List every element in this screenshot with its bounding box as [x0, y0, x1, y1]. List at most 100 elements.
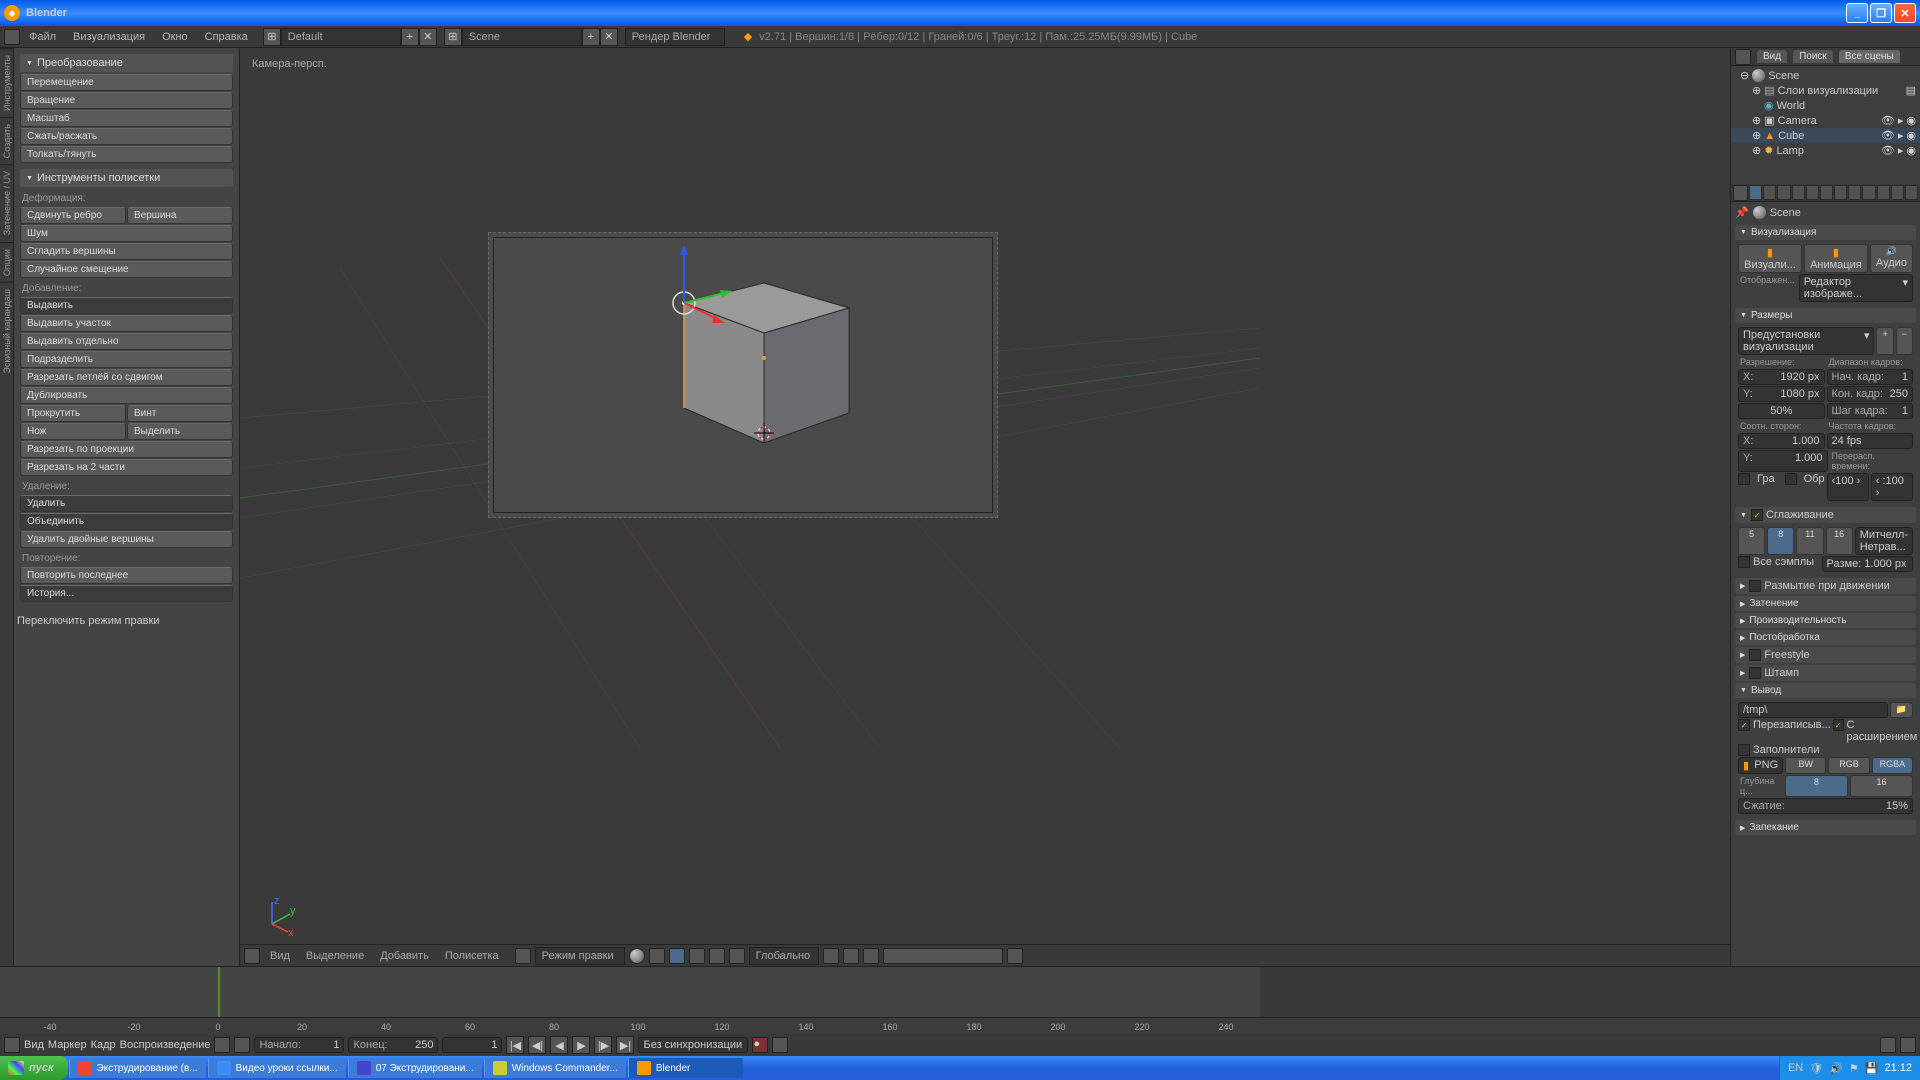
tl-view-menu[interactable]: Вид: [24, 1039, 44, 1051]
panel-meshtools-header[interactable]: Инструменты полисетки: [20, 169, 233, 187]
aa-16-button[interactable]: 16: [1826, 527, 1853, 555]
repeat-last-button[interactable]: Повторить последнее: [20, 567, 233, 584]
aa-5-button[interactable]: 5: [1738, 527, 1765, 555]
knife-button[interactable]: Нож: [20, 423, 126, 440]
snap-icon[interactable]: [823, 948, 839, 964]
scene-add-button[interactable]: +: [582, 28, 600, 46]
depth-16-button[interactable]: 16: [1850, 775, 1913, 797]
tl-jump-end-button[interactable]: ▶|: [616, 1036, 634, 1054]
rgb-button[interactable]: RGB: [1828, 757, 1869, 774]
mode-selector[interactable]: Режим правки: [535, 947, 625, 965]
mode-icon[interactable]: [515, 948, 531, 964]
scene-breadcrumb[interactable]: Scene: [1770, 207, 1801, 219]
bisect-button[interactable]: Разрезать по проекции: [20, 441, 233, 458]
audio-button[interactable]: 🔊 Аудио: [1870, 244, 1913, 273]
tl-keying-set-icon[interactable]: [772, 1037, 788, 1053]
subdivide-button[interactable]: Подразделить: [20, 351, 233, 368]
tl-play-reverse-button[interactable]: ◀: [550, 1036, 568, 1054]
preset-remove-button[interactable]: −: [1896, 327, 1913, 355]
playhead[interactable]: [218, 967, 220, 1017]
tab-grease[interactable]: Эскизный карандаш: [0, 282, 14, 380]
context-scene-icon[interactable]: [1777, 185, 1790, 200]
context-particles-icon[interactable]: [1891, 185, 1904, 200]
close-button[interactable]: ✕: [1894, 3, 1916, 23]
editor-type-icon[interactable]: [4, 29, 20, 45]
loopcut-button[interactable]: Разрезать петлёй со сдвигом: [20, 369, 233, 386]
frame-end-field[interactable]: Кон. кадр:250: [1827, 386, 1914, 402]
system-tray[interactable]: EN 🛡 🔊 ⚑ 💾 21:12: [1779, 1056, 1920, 1080]
taskbar-button-2[interactable]: 07 Экструдировани...: [348, 1058, 482, 1078]
viewport-3d[interactable]: Камера-персп.: [240, 48, 1730, 966]
scene-delete-button[interactable]: ✕: [600, 28, 618, 46]
randomize-button[interactable]: Случайное смещение: [20, 261, 233, 278]
select-menu[interactable]: Выделение: [300, 950, 370, 962]
tl-sync-field[interactable]: Без синхронизации: [638, 1037, 748, 1053]
tree-renderlayers[interactable]: Слои визуализации: [1778, 85, 1879, 97]
fullsample-checkbox[interactable]: [1738, 556, 1750, 568]
shrink-button[interactable]: Сжать/расжать: [20, 128, 233, 145]
panel-output-header[interactable]: Вывод: [1735, 683, 1916, 698]
panel-motionblur-header[interactable]: Размытие при движении: [1735, 578, 1916, 594]
extrude-button[interactable]: Выдавить: [20, 297, 233, 314]
clock[interactable]: 21:12: [1884, 1062, 1912, 1074]
extrude-individual-button[interactable]: Выдавить отдельно: [20, 333, 233, 350]
tree-cube[interactable]: Cube: [1778, 130, 1804, 142]
screw-button[interactable]: Винт: [127, 405, 233, 422]
pivot-icon[interactable]: [649, 948, 665, 964]
panel-stamp-header[interactable]: Штамп: [1735, 665, 1916, 681]
pixel-size-field[interactable]: Разме: 1.000 px: [1822, 556, 1914, 572]
layout-browse-button[interactable]: ⊞: [263, 28, 281, 46]
operator-panel-header[interactable]: ▼Переключить режим правки: [0, 613, 237, 629]
tree-scene[interactable]: Scene: [1768, 70, 1799, 82]
remove-doubles-button[interactable]: Удалить двойные вершины: [20, 531, 233, 548]
layers-icon[interactable]: [883, 948, 1003, 964]
taskbar-button-0[interactable]: Экструдирование (в...: [69, 1058, 206, 1078]
history-button[interactable]: История...: [20, 585, 233, 602]
tl-key-insert-icon[interactable]: [1880, 1037, 1896, 1053]
panel-dimensions-header[interactable]: Размеры: [1735, 308, 1916, 323]
context-physics-icon[interactable]: [1905, 185, 1918, 200]
animation-button[interactable]: ▮ Анимация: [1804, 244, 1868, 273]
timeline-ruler[interactable]: -40-20020406080100120140160180200220240: [0, 1018, 1920, 1034]
tl-keyframe-next-button[interactable]: |▶: [594, 1036, 612, 1054]
outliner-editor-type-icon[interactable]: [1735, 49, 1751, 65]
edge-select-icon[interactable]: [689, 948, 705, 964]
new-mapping-field[interactable]: ‹ :100 ›: [1871, 473, 1913, 501]
outliner-mode-selector[interactable]: Все сцены: [1839, 50, 1900, 63]
layout-add-button[interactable]: +: [401, 28, 419, 46]
snap-target-icon[interactable]: [843, 948, 859, 964]
tl-follow-icon[interactable]: [234, 1037, 250, 1053]
split2-button[interactable]: Разрезать на 2 части: [20, 459, 233, 476]
limit-to-visible-icon[interactable]: [729, 948, 745, 964]
menu-render[interactable]: Визуализация: [65, 29, 153, 45]
panel-freestyle-header[interactable]: Freestyle: [1735, 647, 1916, 663]
panel-performance-header[interactable]: Производительность: [1735, 613, 1916, 628]
overwrite-checkbox[interactable]: ✓: [1738, 719, 1750, 731]
maximize-button[interactable]: ❐: [1870, 3, 1892, 23]
menu-window[interactable]: Окно: [154, 29, 196, 45]
tl-end-field[interactable]: Конец:250: [348, 1037, 438, 1053]
taskbar-button-3[interactable]: Windows Commander...: [484, 1058, 626, 1078]
taskbar-button-1[interactable]: Видео уроки ссылки...: [208, 1058, 346, 1078]
spin-button[interactable]: Прокрутить: [20, 405, 126, 422]
taskbar-button-4[interactable]: Blender: [628, 1058, 743, 1078]
context-renderlayers-icon[interactable]: [1763, 185, 1776, 200]
tl-range-icon[interactable]: [214, 1037, 230, 1053]
rotate-button[interactable]: Вращение: [20, 92, 233, 109]
context-modifiers-icon[interactable]: [1834, 185, 1847, 200]
tl-start-field[interactable]: Начало:1: [254, 1037, 344, 1053]
tl-key-delete-icon[interactable]: [1900, 1037, 1916, 1053]
res-percent-field[interactable]: 50%: [1738, 403, 1825, 419]
render-preview-icon[interactable]: [1007, 948, 1023, 964]
outliner[interactable]: ⊖ Scene ⊕ ▤ Слои визуализации▤ ◉ World ⊕…: [1731, 66, 1920, 184]
context-texture-icon[interactable]: [1877, 185, 1890, 200]
aa-filter-field[interactable]: Митчелл-Нетрав...: [1855, 527, 1913, 555]
context-data-icon[interactable]: [1848, 185, 1861, 200]
tl-playback-menu[interactable]: Воспроизведение: [120, 1039, 211, 1051]
pushpull-button[interactable]: Толкать/тянуть: [20, 146, 233, 163]
minimize-button[interactable]: _: [1846, 3, 1868, 23]
tree-lamp[interactable]: Lamp: [1776, 145, 1804, 157]
render-button[interactable]: ▮ Визуали...: [1738, 244, 1802, 273]
panel-bake-header[interactable]: Запекание: [1735, 820, 1916, 835]
scene-browse-button[interactable]: ⊞: [444, 28, 462, 46]
